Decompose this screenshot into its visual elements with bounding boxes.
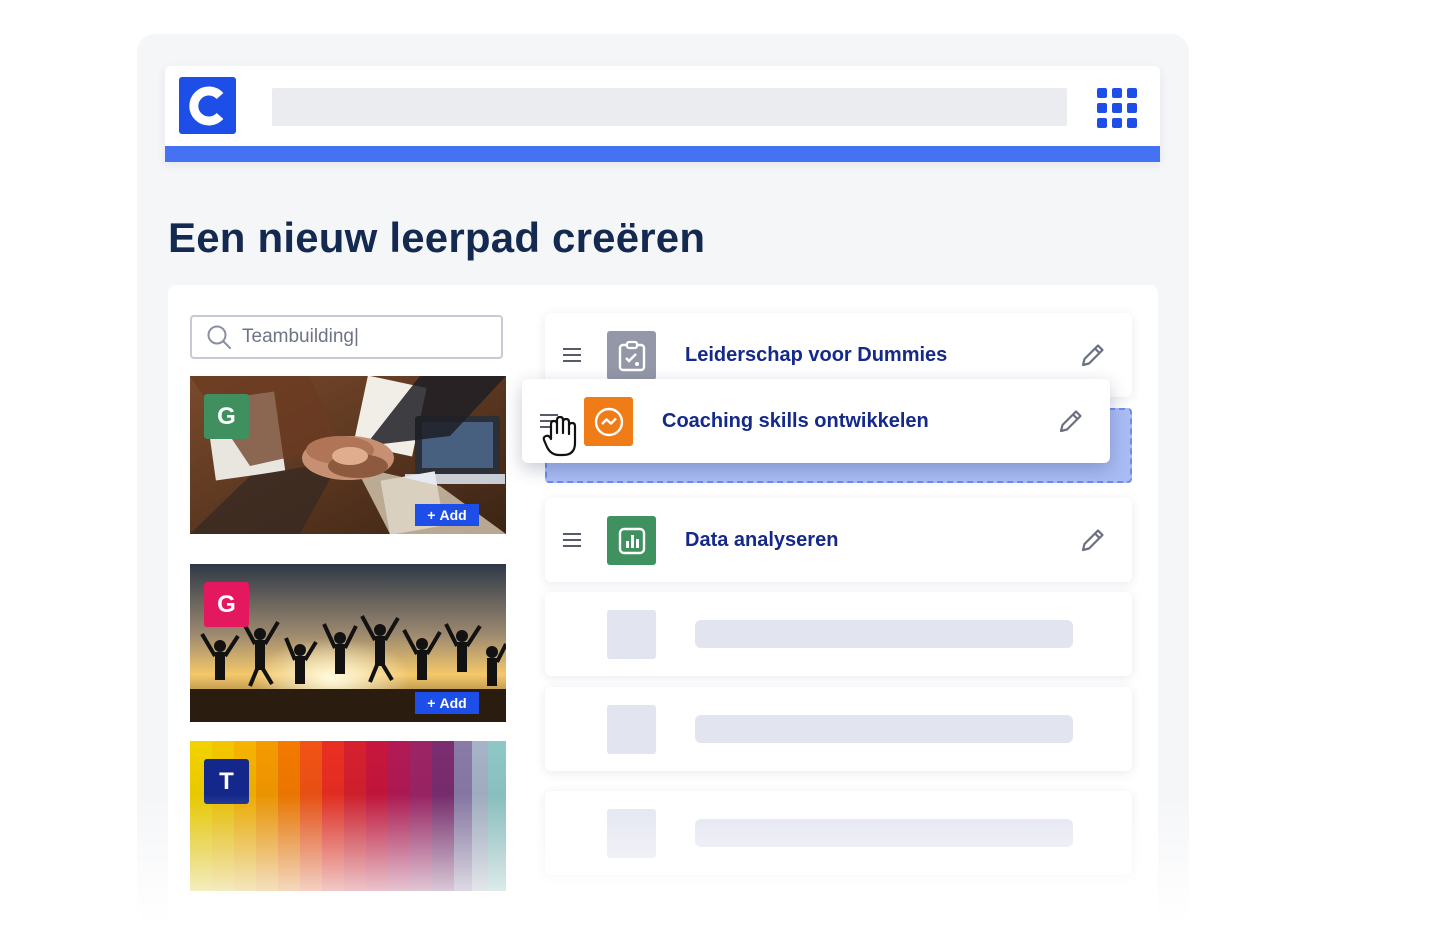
add-to-path-button[interactable]: + Add	[415, 504, 479, 526]
path-item[interactable]: Data analyseren	[545, 498, 1132, 582]
path-item-label: Data analyseren	[685, 528, 839, 551]
path-item-label: Coaching skills ontwikkelen	[662, 409, 929, 432]
grab-cursor-icon	[542, 415, 577, 457]
coaching-icon	[584, 397, 633, 446]
grid-icon[interactable]	[1097, 88, 1137, 128]
plus-icon: +	[427, 695, 436, 711]
path-item-placeholder	[545, 592, 1132, 676]
search-icon	[207, 325, 231, 349]
header-accent-bar	[165, 146, 1160, 162]
path-item-placeholder	[545, 687, 1132, 771]
global-search-bar[interactable]	[272, 88, 1067, 126]
drag-handle-icon[interactable]	[563, 347, 583, 363]
logo-c-icon	[188, 86, 223, 125]
library-card-sunset-team[interactable]: G + Add	[190, 564, 506, 722]
assignment-icon	[607, 331, 656, 380]
placeholder-text-bar	[695, 620, 1073, 648]
card-type-badge: G	[204, 394, 249, 439]
plus-icon: +	[427, 507, 436, 523]
card-type-badge: G	[204, 582, 249, 627]
placeholder-icon	[607, 610, 656, 659]
placeholder-text-bar	[695, 715, 1073, 743]
placeholder-icon	[607, 705, 656, 754]
drag-handle-icon[interactable]	[563, 532, 583, 548]
library-search[interactable]	[190, 315, 503, 359]
page-title: Een nieuw leerpad creëren	[168, 214, 706, 261]
app-window: Een nieuw leerpad creëren Teambuilding| …	[137, 34, 1189, 924]
brand-logo[interactable]	[179, 77, 236, 134]
edit-pencil-icon[interactable]	[1078, 525, 1108, 555]
edit-pencil-icon[interactable]	[1056, 406, 1086, 436]
placeholder-icon	[607, 809, 656, 858]
edit-pencil-icon[interactable]	[1078, 340, 1108, 370]
path-item-dragging[interactable]: Coaching skills ontwikkelen	[522, 379, 1110, 463]
learning-path-editor: G + Add	[168, 285, 1158, 924]
top-navigation	[165, 66, 1160, 162]
chart-icon	[607, 516, 656, 565]
add-button-label: Add	[439, 507, 467, 523]
library-card-colors[interactable]: T	[190, 741, 506, 891]
placeholder-text-bar	[695, 819, 1073, 847]
path-item-placeholder	[545, 791, 1132, 875]
card-type-badge: T	[204, 759, 249, 804]
add-button-label: Add	[439, 695, 467, 711]
library-search-input[interactable]	[242, 326, 482, 348]
add-to-path-button[interactable]: + Add	[415, 692, 479, 714]
library-card-teamwork[interactable]: G + Add	[190, 376, 506, 534]
